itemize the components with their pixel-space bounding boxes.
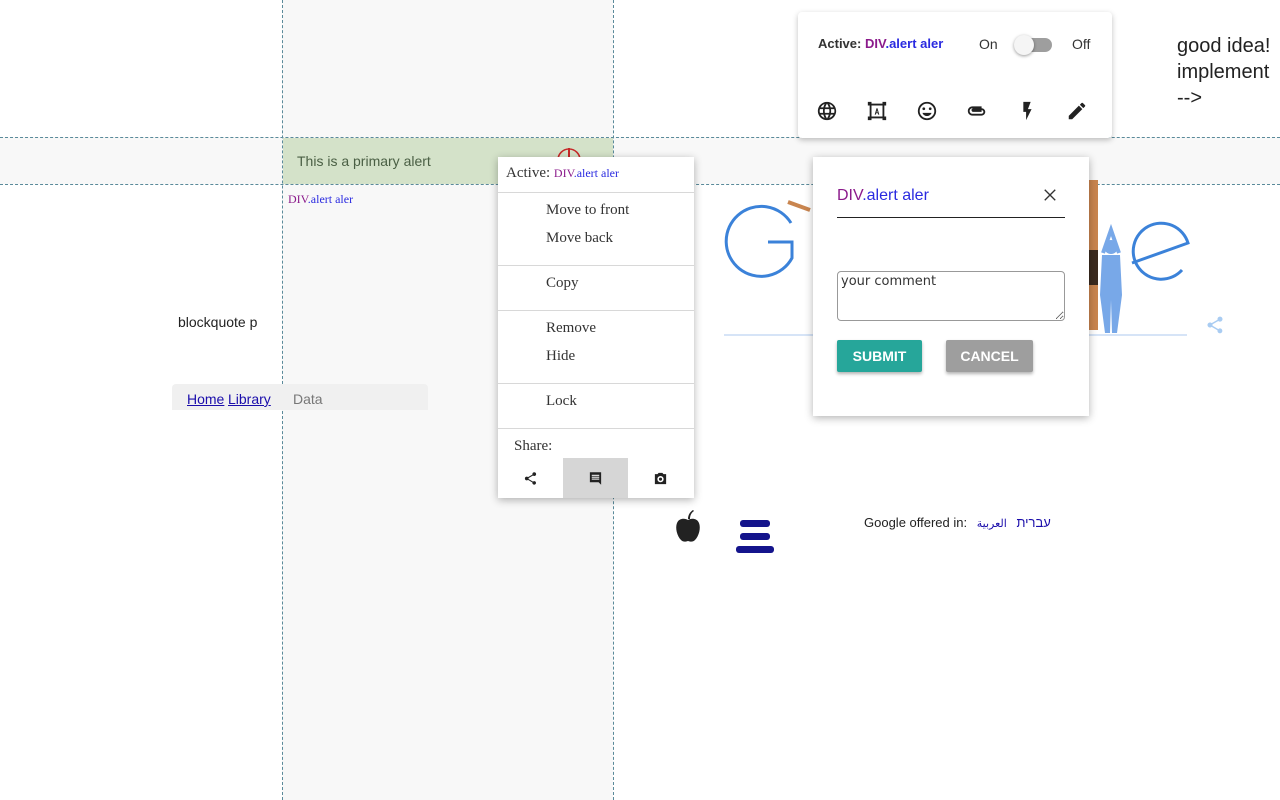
dialog-title: DIV.alert aler	[837, 187, 929, 205]
breadcrumb-library[interactable]: Library	[228, 391, 271, 407]
menu-header-label: Active:	[506, 165, 551, 181]
active-element-label: Active: DIV.alert aler	[818, 36, 943, 51]
globe-icon[interactable]	[816, 100, 838, 122]
language-link-arabic[interactable]: العربية	[977, 518, 1007, 530]
language-link-hebrew[interactable]: עברית	[1016, 515, 1050, 530]
comment-input[interactable]	[837, 271, 1065, 321]
tag-name: DIV	[288, 192, 308, 206]
doodle-figure-arm	[787, 200, 811, 212]
close-icon[interactable]	[1041, 186, 1059, 204]
dialog-title-tag: DIV	[837, 187, 863, 204]
menu-item-copy[interactable]: Copy	[546, 275, 579, 292]
alert-text: This is a primary alert	[297, 153, 431, 169]
comment-note: good idea! implement -->	[1177, 35, 1271, 109]
toggle-off-label: Off	[1072, 36, 1091, 52]
breadcrumb-current: Data	[293, 391, 323, 407]
menu-header: Active: DIV.alert aler	[506, 165, 619, 182]
menu-item-remove[interactable]: Remove	[546, 320, 596, 337]
share-label: Share:	[514, 438, 553, 454]
flash-icon[interactable]	[1016, 100, 1038, 122]
submit-button[interactable]: SUBMIT	[837, 340, 922, 372]
element-tag-label: DIV.alert aler	[288, 192, 353, 207]
menu-divider	[498, 383, 694, 384]
comment-button[interactable]	[563, 458, 628, 498]
offered-label: Google offered in:	[864, 515, 968, 530]
language-offer: Google offered in: עברית العربية	[864, 515, 1051, 530]
pencil-icon[interactable]	[1066, 100, 1088, 122]
blockquote-text: blockquote p	[178, 314, 258, 330]
dialog-title-class: .alert aler	[862, 187, 929, 204]
doodle-figure-silhouette	[1100, 223, 1122, 333]
share-button[interactable]	[498, 458, 563, 498]
apple-icon	[676, 510, 700, 542]
breadcrumb-home[interactable]: Home	[187, 391, 224, 407]
menu-divider	[498, 428, 694, 429]
smiley-icon[interactable]	[916, 100, 938, 122]
menu-divider	[498, 192, 694, 193]
menu-divider	[498, 265, 694, 266]
inspector-panel: Active: DIV.alert aler On Off	[798, 12, 1112, 138]
context-menu: Active: DIV.alert aler Move to front Mov…	[498, 157, 694, 498]
menu-item-move-to-front[interactable]: Move to front	[546, 202, 629, 219]
dialog-title-underline	[837, 217, 1065, 218]
attachment-icon[interactable]	[966, 100, 988, 122]
menu-divider	[498, 310, 694, 311]
share-icon[interactable]	[1205, 315, 1225, 335]
menu-header-class: .alert aler	[573, 166, 619, 180]
menu-item-lock[interactable]: Lock	[546, 393, 577, 410]
toggle-on-label: On	[979, 36, 998, 52]
on-off-toggle[interactable]	[1014, 35, 1052, 55]
menu-item-hide[interactable]: Hide	[546, 348, 575, 365]
camera-icon	[654, 472, 667, 484]
active-class: .alert aler	[885, 36, 944, 51]
tag-class: .alert aler	[307, 192, 354, 206]
doodle-letter-g	[724, 204, 794, 278]
doodle-letter-e	[1131, 221, 1190, 281]
menu-header-tag: DIV	[553, 166, 574, 180]
breadcrumb: Home Library Data	[172, 384, 428, 410]
comment-dialog: DIV.alert aler SUBMIT CANCEL	[813, 157, 1089, 416]
screenshot-button[interactable]	[628, 458, 693, 498]
menu-item-move-back[interactable]: Move back	[546, 230, 613, 247]
menu-bars-icon[interactable]	[736, 520, 774, 554]
active-label: Active:	[818, 36, 862, 51]
share-icon	[524, 471, 537, 485]
comment-icon	[589, 471, 602, 485]
cancel-button[interactable]: CANCEL	[946, 340, 1033, 372]
active-tag: DIV	[864, 36, 886, 51]
text-box-icon[interactable]	[866, 100, 888, 122]
